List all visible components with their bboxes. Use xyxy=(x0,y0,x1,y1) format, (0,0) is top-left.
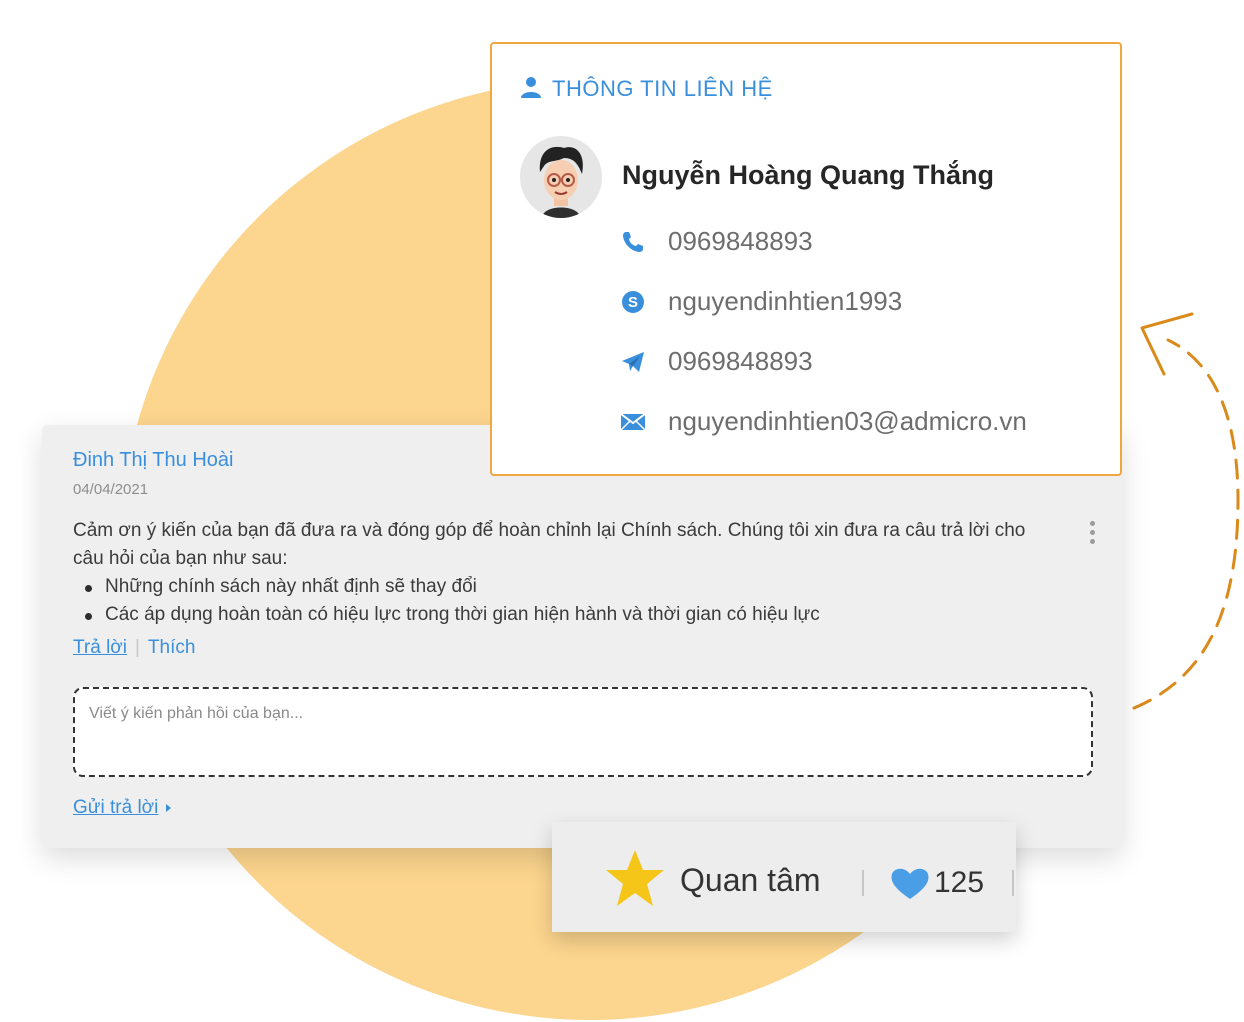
contact-name: Nguyễn Hoàng Quang Thắng xyxy=(622,160,994,190)
interest-divider-end xyxy=(1012,870,1014,896)
star-icon[interactable] xyxy=(604,848,666,908)
phone-icon xyxy=(623,232,643,252)
mail-icon xyxy=(620,413,646,431)
comment-bullets: Những chính sách này nhất định sẽ thay đ… xyxy=(73,573,1058,629)
action-divider: | xyxy=(134,637,140,658)
skype-icon: S xyxy=(622,291,644,313)
telegram-icon xyxy=(622,352,644,372)
contact-title: THÔNG TIN LIÊN HỆ xyxy=(520,76,773,102)
comment-actions: Trả lời | Thích xyxy=(73,637,195,659)
contact-title-label: THÔNG TIN LIÊN HỆ xyxy=(552,76,773,101)
interest-bar: Quan tâm 125 xyxy=(552,822,1016,932)
like-count: 125 xyxy=(934,866,985,899)
comment-text: Cảm ơn ý kiến của bạn đã đưa ra và đóng … xyxy=(73,520,1026,569)
svg-text:S: S xyxy=(628,294,638,311)
reply-placeholder: Viết ý kiến phản hồi của bạn... xyxy=(89,705,304,722)
comment-author[interactable]: Đinh Thị Thu Hoài xyxy=(73,449,233,472)
dashed-arrow-decoration xyxy=(1132,312,1240,710)
heart-icon[interactable] xyxy=(890,866,930,900)
send-reply-link[interactable]: Gửi trả lời xyxy=(73,797,172,819)
like-link[interactable]: Thích xyxy=(148,637,196,658)
contact-card: THÔNG TIN LIÊN HỆ Nguyễn Hoàng Quang Thắ… xyxy=(490,42,1122,476)
interest-label[interactable]: Quan tâm xyxy=(680,862,821,899)
reply-link[interactable]: Trả lời xyxy=(73,637,127,658)
contact-skype-value: nguyendinhtien1993 xyxy=(668,286,903,316)
comment-bullet: Các áp dụng hoàn toàn có hiệu lực trong … xyxy=(85,601,1058,629)
comment-bullet: Những chính sách này nhất định sẽ thay đ… xyxy=(85,573,1058,601)
send-reply-label: Gửi trả lời xyxy=(73,797,159,818)
caret-right-icon xyxy=(166,803,172,812)
contact-mail-value: nguyendinhtien03@admicro.vn xyxy=(668,406,1027,436)
interest-divider xyxy=(862,870,864,896)
contact-telegram-value: 0969848893 xyxy=(668,346,813,376)
more-options-icon[interactable] xyxy=(1082,521,1102,551)
comment-card: Đinh Thị Thu Hoài 04/04/2021 Cảm ơn ý ki… xyxy=(42,425,1122,848)
contact-phone-value: 0969848893 xyxy=(668,226,813,256)
avatar xyxy=(520,136,602,218)
reply-textarea[interactable]: Viết ý kiến phản hồi của bạn... xyxy=(73,687,1093,777)
comment-body: Cảm ơn ý kiến của bạn đã đưa ra và đóng … xyxy=(73,517,1058,629)
user-icon xyxy=(521,77,541,98)
comment-date: 04/04/2021 xyxy=(73,481,149,498)
